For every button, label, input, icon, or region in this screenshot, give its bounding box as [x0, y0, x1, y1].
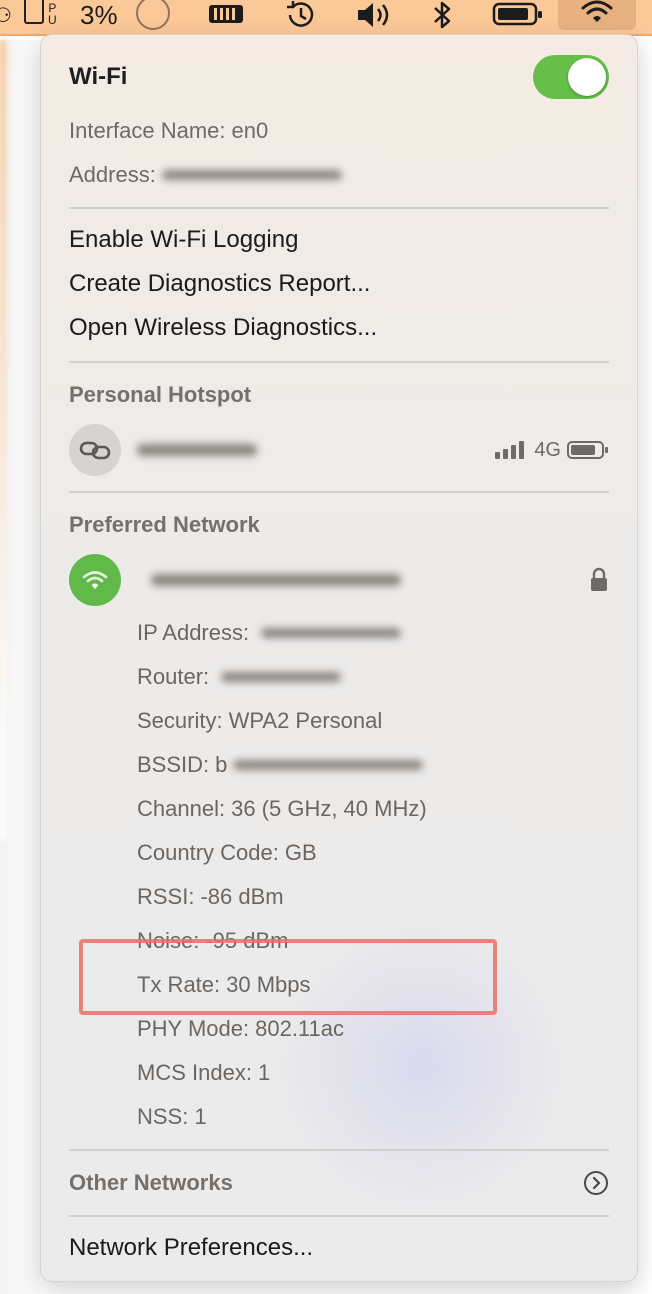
- battery-percent[interactable]: 3%: [80, 0, 118, 30]
- other-networks-row[interactable]: Other Networks: [69, 1167, 609, 1199]
- separator: [69, 207, 609, 209]
- interface-name-row: Interface Name: en0: [69, 115, 609, 147]
- separator: [69, 491, 609, 493]
- menu-item-label: Open Wireless Diagnostics...: [69, 314, 378, 341]
- network-detail-label: RSSI:: [137, 884, 195, 909]
- network-detail-row: IP Address:: [137, 617, 609, 649]
- network-detail-label: Router:: [137, 664, 210, 689]
- network-preferences-item[interactable]: Network Preferences...: [69, 1231, 609, 1265]
- network-detail-value: GB: [284, 840, 317, 865]
- network-detail-value: b: [215, 752, 228, 777]
- separator: [69, 1149, 609, 1151]
- link-icon: [69, 424, 121, 476]
- wifi-status-icon: [581, 0, 613, 22]
- lock-icon: [591, 567, 607, 591]
- network-detail-value: WPA2 Personal: [228, 708, 383, 733]
- network-detail-redacted: [261, 628, 402, 638]
- menu-bar: ⚆ P U 3%: [0, 0, 652, 36]
- personal-hotspot-title: Personal Hotspot: [69, 382, 252, 407]
- preferred-network-title: Preferred Network: [69, 512, 260, 537]
- network-detail-label: MCS Index:: [137, 1060, 252, 1085]
- menu-item-label: Enable Wi-Fi Logging: [69, 226, 299, 253]
- network-detail-row: RSSI: -86 dBm: [137, 881, 609, 913]
- network-detail-redacted: [233, 760, 424, 770]
- hotspot-device-row[interactable]: 4G: [69, 423, 609, 477]
- other-networks-label: Other Networks: [69, 1170, 233, 1195]
- network-detail-row: Router:: [137, 661, 609, 693]
- personal-hotspot-header: Personal Hotspot: [69, 379, 609, 411]
- menu-item-create-diagnostics[interactable]: Create Diagnostics Report...: [69, 267, 609, 301]
- menu-item-enable-logging[interactable]: Enable Wi-Fi Logging: [69, 223, 609, 257]
- bluetooth-icon[interactable]: [432, 0, 454, 30]
- separator: [69, 361, 609, 363]
- preferred-network-row[interactable]: [69, 553, 609, 607]
- network-detail-label: Country Code:: [137, 840, 279, 865]
- hotspot-device-redacted: [137, 444, 257, 456]
- hotspot-status: 4G: [494, 439, 609, 462]
- memory-chip-icon[interactable]: [208, 0, 244, 30]
- cpu-usage-label[interactable]: P U: [48, 2, 57, 28]
- network-detail-label: Channel:: [137, 796, 226, 821]
- address-label: Address:: [69, 162, 156, 187]
- highlight-annotation: [79, 939, 497, 1015]
- wifi-header: Wi-Fi: [69, 59, 609, 95]
- network-detail-label: NSS:: [137, 1104, 189, 1129]
- network-detail-row: PHY Mode: 802.11ac: [137, 1013, 609, 1045]
- network-detail-row: MCS Index: 1: [137, 1057, 609, 1089]
- pu-label-bottom: U: [48, 13, 57, 27]
- time-machine-icon[interactable]: [284, 0, 318, 30]
- network-detail-label: Security:: [137, 708, 223, 733]
- network-detail-value: 36 (5 GHz, 40 MHz): [231, 796, 427, 821]
- wifi-toggle[interactable]: [533, 55, 609, 99]
- volume-icon[interactable]: [356, 0, 396, 30]
- separator: [69, 1215, 609, 1217]
- network-detail-label: IP Address:: [137, 620, 250, 645]
- cellular-signal-icon: [495, 441, 525, 459]
- background-strip: [0, 40, 6, 840]
- cpu-glyph: ⚆: [0, 4, 12, 27]
- wifi-menu-panel: Wi-Fi Interface Name: en0 Address: Enabl…: [40, 34, 638, 1282]
- network-detail-value: 1: [257, 1060, 271, 1085]
- network-detail-label: PHY Mode:: [137, 1016, 250, 1041]
- interface-name-value: en0: [231, 118, 269, 143]
- cellular-type-label: 4G: [534, 438, 561, 461]
- address-redacted: [161, 170, 342, 180]
- small-battery-icon[interactable]: [24, 0, 44, 24]
- network-detail-row: NSS: 1: [137, 1101, 609, 1133]
- network-detail-value: 1: [194, 1104, 207, 1129]
- network-detail-row: BSSID: b: [137, 749, 609, 781]
- network-preferences-label: Network Preferences...: [69, 1234, 314, 1261]
- network-detail-row: Channel: 36 (5 GHz, 40 MHz): [137, 793, 609, 825]
- network-detail-row: Security: WPA2 Personal: [137, 705, 609, 737]
- wifi-toggle-knob: [568, 58, 606, 96]
- chevron-right-circle-icon[interactable]: [583, 1170, 609, 1196]
- wifi-menu-extra[interactable]: [558, 0, 636, 30]
- focus-circle-icon[interactable]: [136, 0, 170, 30]
- preferred-network-header: Preferred Network: [69, 509, 609, 541]
- network-detail-value: -86 dBm: [200, 884, 284, 909]
- hotspot-battery-icon: [567, 441, 608, 459]
- background-window: [0, 40, 40, 1294]
- menu-item-open-wireless-diagnostics[interactable]: Open Wireless Diagnostics...: [69, 311, 609, 345]
- interface-name-label: Interface Name:: [69, 118, 226, 143]
- menu-item-label: Create Diagnostics Report...: [69, 270, 371, 297]
- battery-icon[interactable]: [492, 0, 544, 30]
- network-detail-label: BSSID:: [137, 752, 210, 777]
- network-name-redacted: [151, 574, 401, 586]
- network-detail-value: 802.11ac: [255, 1016, 345, 1041]
- network-detail-row: Country Code: GB: [137, 837, 609, 869]
- network-detail-redacted: [221, 672, 342, 682]
- wifi-title: Wi-Fi: [69, 63, 128, 90]
- address-row: Address:: [69, 159, 609, 191]
- wifi-network-icon: [69, 554, 121, 606]
